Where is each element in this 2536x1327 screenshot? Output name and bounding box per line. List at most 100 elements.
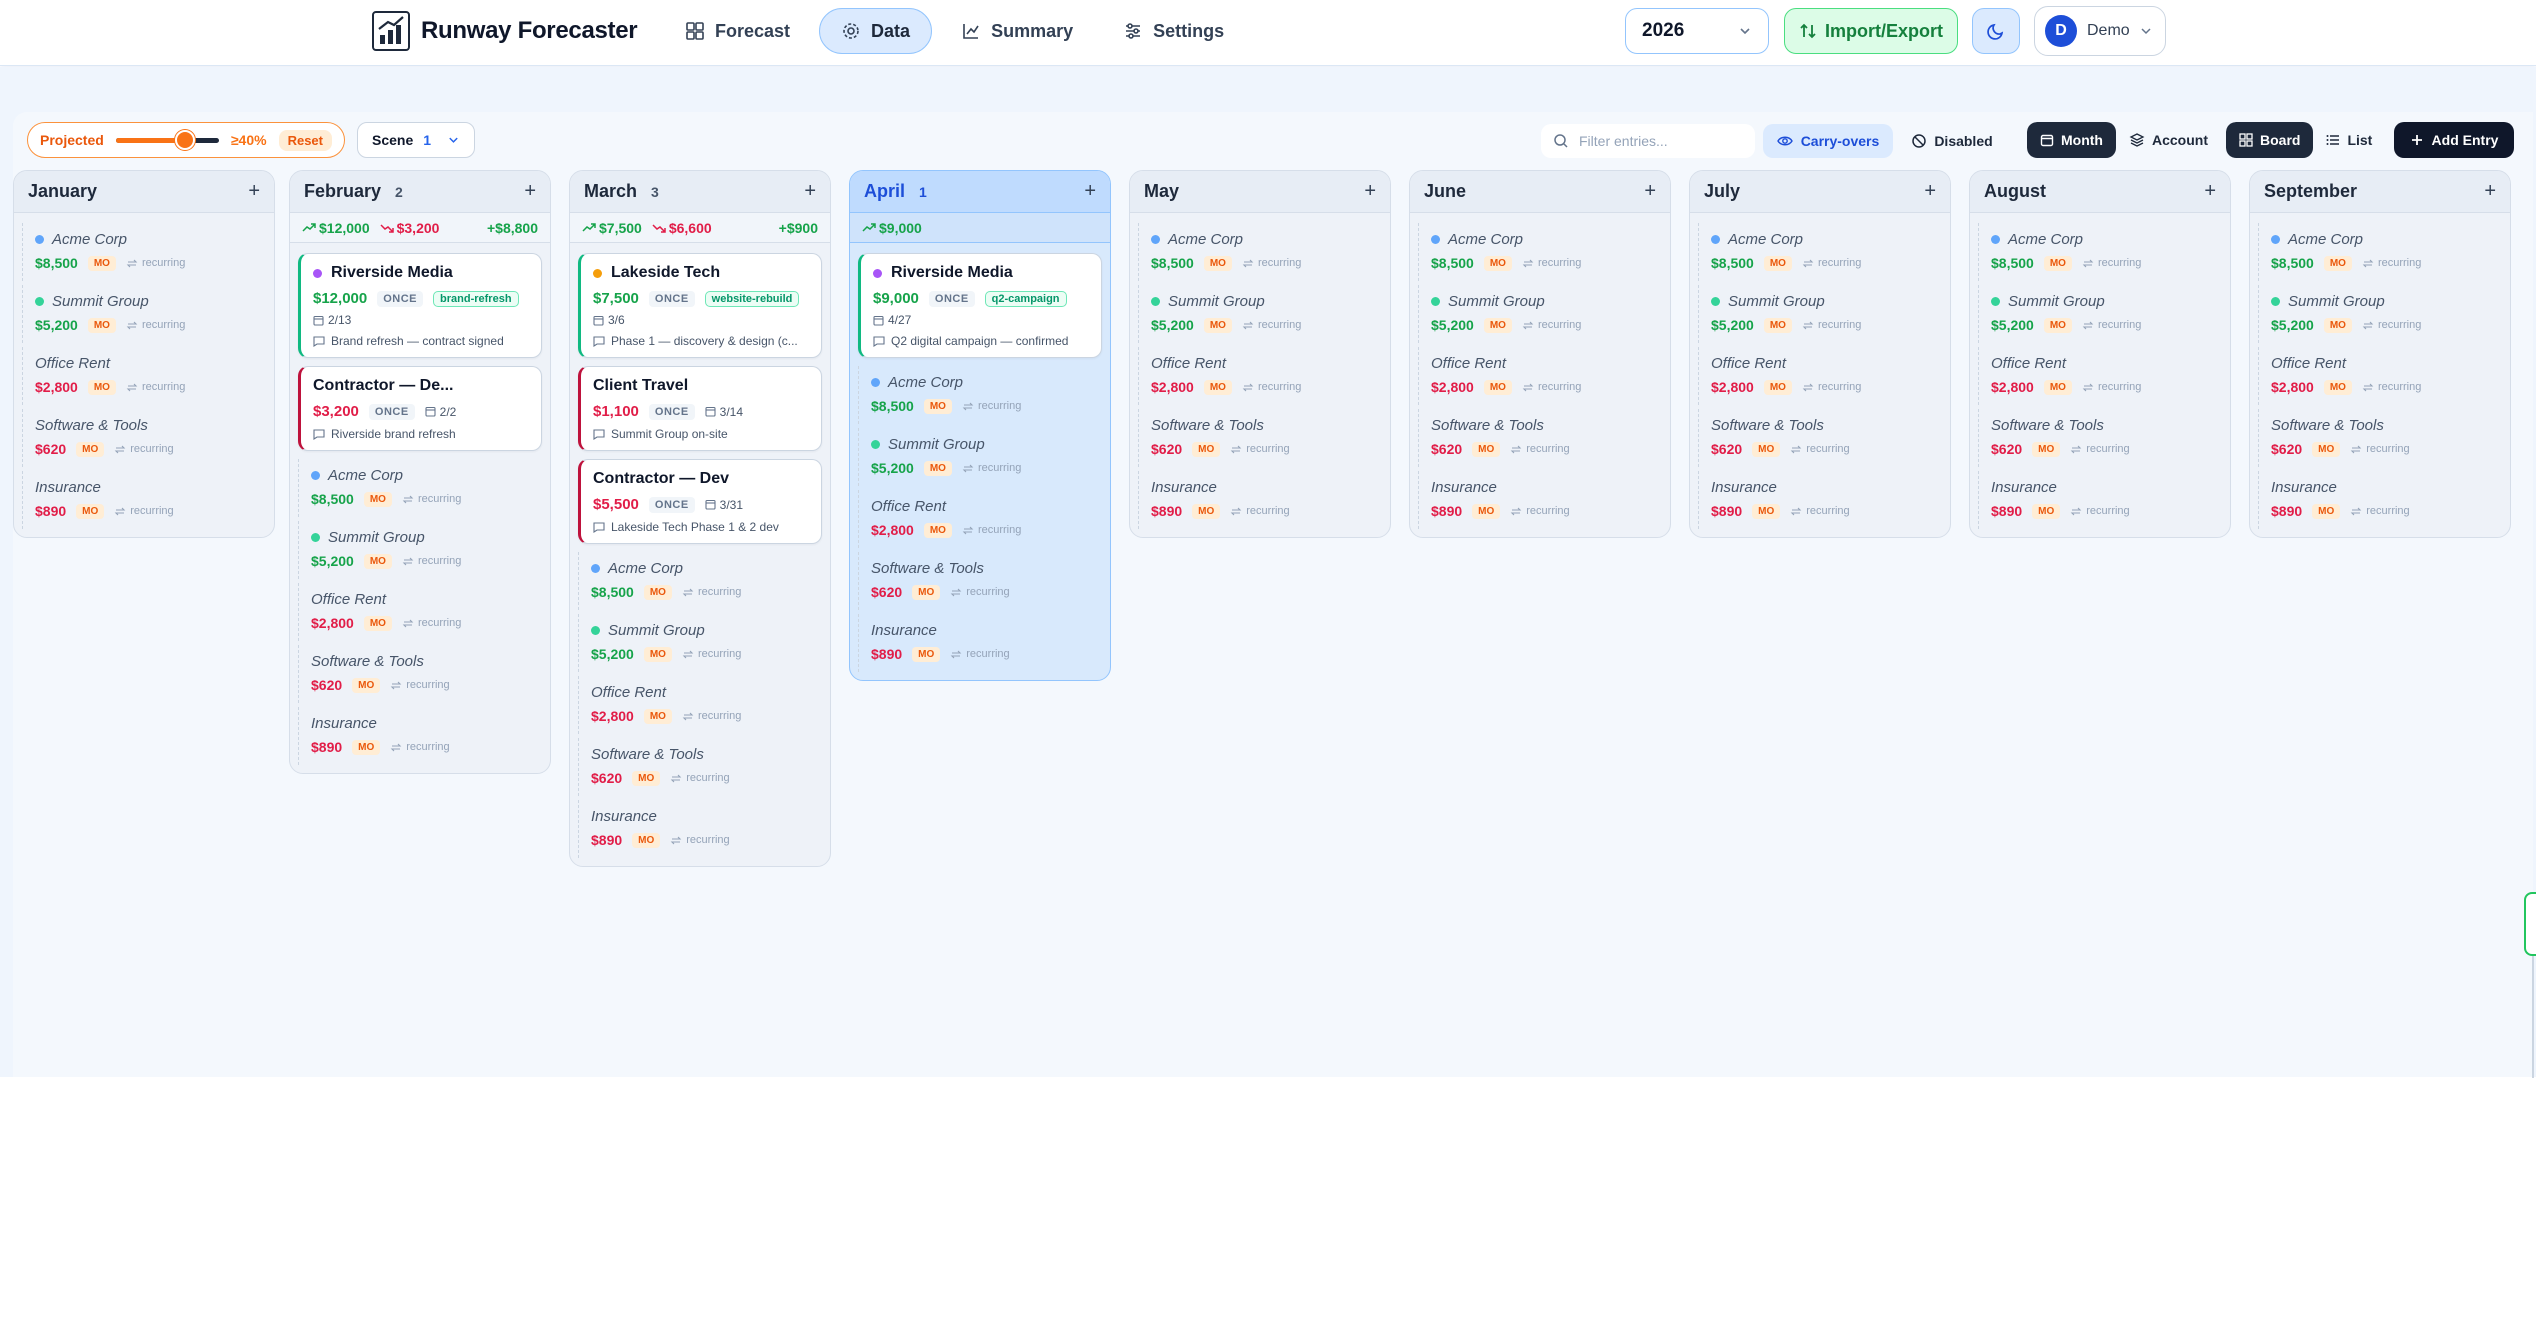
- recurring-entry[interactable]: Acme Corp $8,500 MO recurring: [298, 459, 542, 517]
- month-button[interactable]: Month: [2027, 122, 2116, 158]
- nav-forecast[interactable]: Forecast: [664, 8, 811, 54]
- user-name: Demo: [2087, 22, 2130, 39]
- scene-select[interactable]: Scene 1: [357, 122, 475, 158]
- entry-details: $12,000 ONCE brand-refresh: [313, 290, 531, 307]
- entry-card[interactable]: Lakeside Tech $7,500 ONCE website-rebuild 3/…: [578, 253, 822, 358]
- recurring-entry[interactable]: Office Rent $2,800 MO recurring: [298, 583, 542, 641]
- repeat-icon: [1522, 321, 1534, 329]
- carry-overs-toggle[interactable]: Carry-overs: [1763, 124, 1893, 158]
- add-to-month-button[interactable]: +: [1364, 180, 1376, 203]
- recurring-entry[interactable]: Software & Tools $620 MO recurring: [1698, 409, 1942, 467]
- recurring-entry[interactable]: Insurance $890 MO recurring: [1978, 471, 2222, 529]
- recurring-entry[interactable]: Acme Corp $8,500 MO recurring: [578, 552, 822, 610]
- recurring-entry[interactable]: Acme Corp $8,500 MO recurring: [1978, 223, 2222, 281]
- recurring-entry[interactable]: Insurance $890 MO recurring: [578, 800, 822, 858]
- recurring-entry[interactable]: Office Rent $2,800 MO recurring: [2258, 347, 2502, 405]
- recurring-amount: $2,800: [871, 522, 914, 538]
- project-tag[interactable]: brand-refresh: [433, 290, 519, 307]
- recurring-entry[interactable]: Software & Tools $620 MO recurring: [22, 409, 266, 467]
- project-tag[interactable]: website-rebuild: [704, 290, 800, 307]
- recurring-title: Acme Corp: [591, 560, 814, 577]
- entry-name: Lakeside Tech: [611, 264, 721, 281]
- add-to-month-button[interactable]: +: [1924, 180, 1936, 203]
- recurring-indicator: recurring: [682, 648, 741, 660]
- recurring-entry[interactable]: Office Rent $2,800 MO recurring: [858, 490, 1102, 548]
- once-badge: ONCE: [377, 290, 424, 307]
- recurring-entry[interactable]: Office Rent $2,800 MO recurring: [1418, 347, 1662, 405]
- nav-data[interactable]: Data: [819, 8, 933, 54]
- recurring-name: Acme Corp: [2288, 231, 2364, 248]
- board-button[interactable]: Board: [2226, 122, 2314, 158]
- recurring-entry[interactable]: Summit Group $5,200 MO recurring: [1138, 285, 1382, 343]
- recurring-entry[interactable]: Acme Corp $8,500 MO recurring: [2258, 223, 2502, 281]
- entry-card[interactable]: Riverside Media $12,000 ONCE brand-refresh 2…: [298, 253, 542, 358]
- recurring-entry[interactable]: Software & Tools $620 MO recurring: [1418, 409, 1662, 467]
- nav-summary[interactable]: Summary: [940, 8, 1094, 54]
- entry-card[interactable]: Contractor — De... $3,200 ONCE 2/2 Riverside…: [298, 366, 542, 451]
- year-select[interactable]: 2026: [1625, 8, 1769, 54]
- nav-settings[interactable]: Settings: [1102, 8, 1245, 54]
- recurring-title: Insurance: [1711, 479, 1934, 496]
- entry-card[interactable]: Riverside Media $9,000 ONCE q2-campaign 4/27…: [858, 253, 1102, 358]
- entry-card[interactable]: Client Travel $1,100 ONCE 3/14 Summit Group …: [578, 366, 822, 451]
- recurring-entry[interactable]: Insurance $890 MO recurring: [1698, 471, 1942, 529]
- add-to-month-button[interactable]: +: [248, 180, 260, 203]
- recurring-entry[interactable]: Summit Group $5,200 MO recurring: [298, 521, 542, 579]
- recurring-entry[interactable]: Software & Tools $620 MO recurring: [1978, 409, 2222, 467]
- add-to-month-button[interactable]: +: [2484, 180, 2496, 203]
- recurring-entry[interactable]: Acme Corp $8,500 MO recurring: [1138, 223, 1382, 281]
- recurring-entry[interactable]: Summit Group $5,200 MO recurring: [858, 428, 1102, 486]
- import-export-button[interactable]: Import/Export: [1784, 8, 1958, 54]
- user-menu[interactable]: D Demo: [2034, 6, 2166, 56]
- recurring-entry[interactable]: Summit Group $5,200 MO recurring: [1698, 285, 1942, 343]
- recurring-entry[interactable]: Insurance $890 MO recurring: [858, 614, 1102, 672]
- add-to-month-button[interactable]: +: [524, 180, 536, 203]
- recurring-entry[interactable]: Insurance $890 MO recurring: [298, 707, 542, 765]
- recurring-entry[interactable]: Insurance $890 MO recurring: [22, 471, 266, 529]
- add-to-month-button[interactable]: +: [804, 180, 816, 203]
- recurring-entry[interactable]: Insurance $890 MO recurring: [1418, 471, 1662, 529]
- monthly-badge: MO: [923, 522, 952, 538]
- account-button[interactable]: Account: [2116, 122, 2221, 158]
- recurring-entry[interactable]: Office Rent $2,800 MO recurring: [22, 347, 266, 405]
- recurring-entry[interactable]: Software & Tools $620 MO recurring: [1138, 409, 1382, 467]
- recurring-entry[interactable]: Acme Corp $8,500 MO recurring: [22, 223, 266, 281]
- recurring-entry[interactable]: Summit Group $5,200 MO recurring: [22, 285, 266, 343]
- recurring-entry[interactable]: Summit Group $5,200 MO recurring: [2258, 285, 2502, 343]
- add-to-month-button[interactable]: +: [1644, 180, 1656, 203]
- slider-thumb[interactable]: [175, 129, 196, 150]
- side-panel-handle[interactable]: [2524, 892, 2536, 956]
- brand[interactable]: Runway Forecaster: [372, 11, 638, 51]
- recurring-entry[interactable]: Software & Tools $620 MO recurring: [858, 552, 1102, 610]
- recurring-entry[interactable]: Insurance $890 MO recurring: [1138, 471, 1382, 529]
- recurring-entry[interactable]: Office Rent $2,800 MO recurring: [1138, 347, 1382, 405]
- recurring-entry[interactable]: Summit Group $5,200 MO recurring: [1978, 285, 2222, 343]
- projected-filter[interactable]: Projected ≥40% Reset: [27, 122, 345, 158]
- filter-input[interactable]: Filter entries...: [1541, 124, 1755, 158]
- scrollbar-track[interactable]: [2532, 956, 2534, 1078]
- recurring-entry[interactable]: Software & Tools $620 MO recurring: [2258, 409, 2502, 467]
- recurring-entry[interactable]: Summit Group $5,200 MO recurring: [578, 614, 822, 672]
- disabled-toggle[interactable]: Disabled: [1904, 124, 2000, 158]
- add-to-month-button[interactable]: +: [1084, 180, 1096, 203]
- recurring-entry[interactable]: Acme Corp $8,500 MO recurring: [1418, 223, 1662, 281]
- recurring-entry[interactable]: Office Rent $2,800 MO recurring: [1698, 347, 1942, 405]
- recurring-entry[interactable]: Office Rent $2,800 MO recurring: [1978, 347, 2222, 405]
- add-entry-button[interactable]: Add Entry: [2394, 122, 2514, 158]
- entry-card[interactable]: Contractor — Dev $5,500 ONCE 3/31 Lakeside T…: [578, 459, 822, 544]
- reset-button[interactable]: Reset: [278, 129, 332, 151]
- recurring-title: Summit Group: [591, 622, 814, 639]
- project-tag[interactable]: q2-campaign: [984, 290, 1067, 307]
- recurring-entry[interactable]: Summit Group $5,200 MO recurring: [1418, 285, 1662, 343]
- theme-toggle-button[interactable]: [1972, 8, 2020, 54]
- recurring-entry[interactable]: Software & Tools $620 MO recurring: [578, 738, 822, 796]
- recurring-indicator: recurring: [950, 586, 1010, 598]
- add-to-month-button[interactable]: +: [2204, 180, 2216, 203]
- recurring-entry[interactable]: Office Rent $2,800 MO recurring: [578, 676, 822, 734]
- projected-slider[interactable]: [115, 129, 219, 150]
- recurring-entry[interactable]: Acme Corp $8,500 MO recurring: [1698, 223, 1942, 281]
- recurring-entry[interactable]: Acme Corp $8,500 MO recurring: [858, 366, 1102, 424]
- recurring-entry[interactable]: Insurance $890 MO recurring: [2258, 471, 2502, 529]
- recurring-entry[interactable]: Software & Tools $620 MO recurring: [298, 645, 542, 703]
- list-button[interactable]: List: [2313, 122, 2385, 158]
